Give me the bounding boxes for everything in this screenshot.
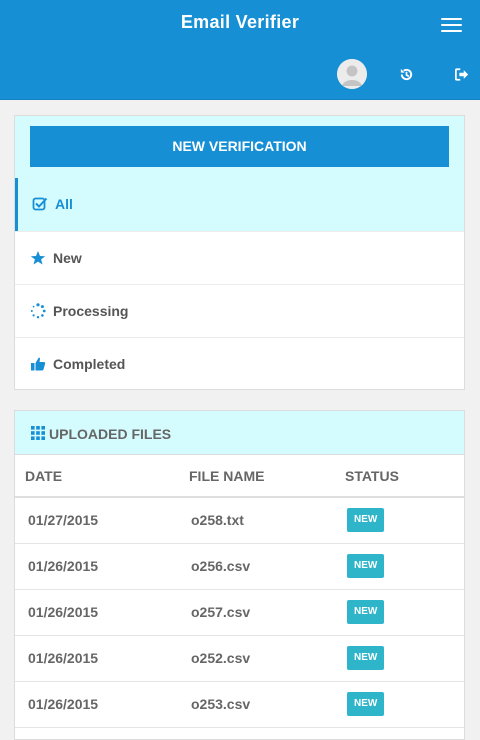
filter-processing-label: Processing <box>53 303 129 319</box>
row-date: 01/26/2015 <box>15 635 179 682</box>
filter-processing[interactable]: Processing <box>15 284 464 337</box>
filter-new-label: New <box>53 250 82 266</box>
table-row[interactable]: 01/26/2015 o257.csv NEW <box>15 589 464 636</box>
row-file-name[interactable]: o252.csv <box>179 635 335 682</box>
status-badge: NEW <box>347 692 385 716</box>
app-header: Email Verifier <box>0 0 480 100</box>
uploaded-files-table: DATE FILE NAME STATUS 01/27/2015 o258.tx… <box>15 456 464 728</box>
filter-new[interactable]: New <box>15 231 464 284</box>
avatar[interactable] <box>337 59 367 89</box>
menu-icon[interactable] <box>440 16 464 34</box>
status-badge: NEW <box>347 600 385 624</box>
filter-completed-label: Completed <box>53 356 126 372</box>
check-square-icon <box>32 196 48 212</box>
row-file-name[interactable]: o256.csv <box>179 543 335 590</box>
new-verification-button[interactable]: NEW VERIFICATION <box>30 126 449 167</box>
thumbs-up-icon <box>30 356 46 372</box>
history-icon[interactable] <box>399 67 414 87</box>
spinner-icon <box>30 303 46 319</box>
row-file-name[interactable]: o253.csv <box>179 681 335 728</box>
column-header-date[interactable]: DATE <box>15 456 179 498</box>
filter-completed[interactable]: Completed <box>15 337 464 390</box>
status-badge: NEW <box>347 508 385 533</box>
row-date: 01/27/2015 <box>15 497 179 544</box>
row-date: 01/26/2015 <box>15 543 179 590</box>
row-date: 01/26/2015 <box>15 681 179 728</box>
uploaded-files-header: UPLOADED FILES <box>15 411 464 455</box>
column-header-status[interactable]: STATUS <box>335 456 464 498</box>
table-header-row: DATE FILE NAME STATUS <box>15 456 464 498</box>
table-row[interactable]: 01/26/2015 o252.csv NEW <box>15 635 464 682</box>
star-icon <box>30 250 46 266</box>
filter-all-label: All <box>55 196 73 212</box>
logout-icon[interactable] <box>455 68 469 86</box>
status-badge: NEW <box>347 554 385 578</box>
uploaded-files-title: UPLOADED FILES <box>49 426 172 442</box>
grid-icon <box>31 426 45 445</box>
table-row[interactable]: 01/26/2015 o256.csv NEW <box>15 543 464 590</box>
table-row[interactable]: 01/27/2015 o258.txt NEW <box>15 497 464 544</box>
uploaded-files-panel: UPLOADED FILES DATE FILE NAME STATUS 01/… <box>14 410 465 740</box>
row-file-name[interactable]: o257.csv <box>179 589 335 636</box>
column-header-file-name[interactable]: FILE NAME <box>179 456 335 498</box>
row-file-name[interactable]: o258.txt <box>179 497 335 544</box>
filter-panel: NEW VERIFICATION All New Processing Comp… <box>14 115 465 390</box>
app-title: Email Verifier <box>180 12 300 32</box>
filter-all[interactable]: All <box>15 178 464 231</box>
status-badge: NEW <box>347 646 385 670</box>
table-row[interactable]: 01/26/2015 o253.csv NEW <box>15 681 464 728</box>
row-date: 01/26/2015 <box>15 589 179 636</box>
